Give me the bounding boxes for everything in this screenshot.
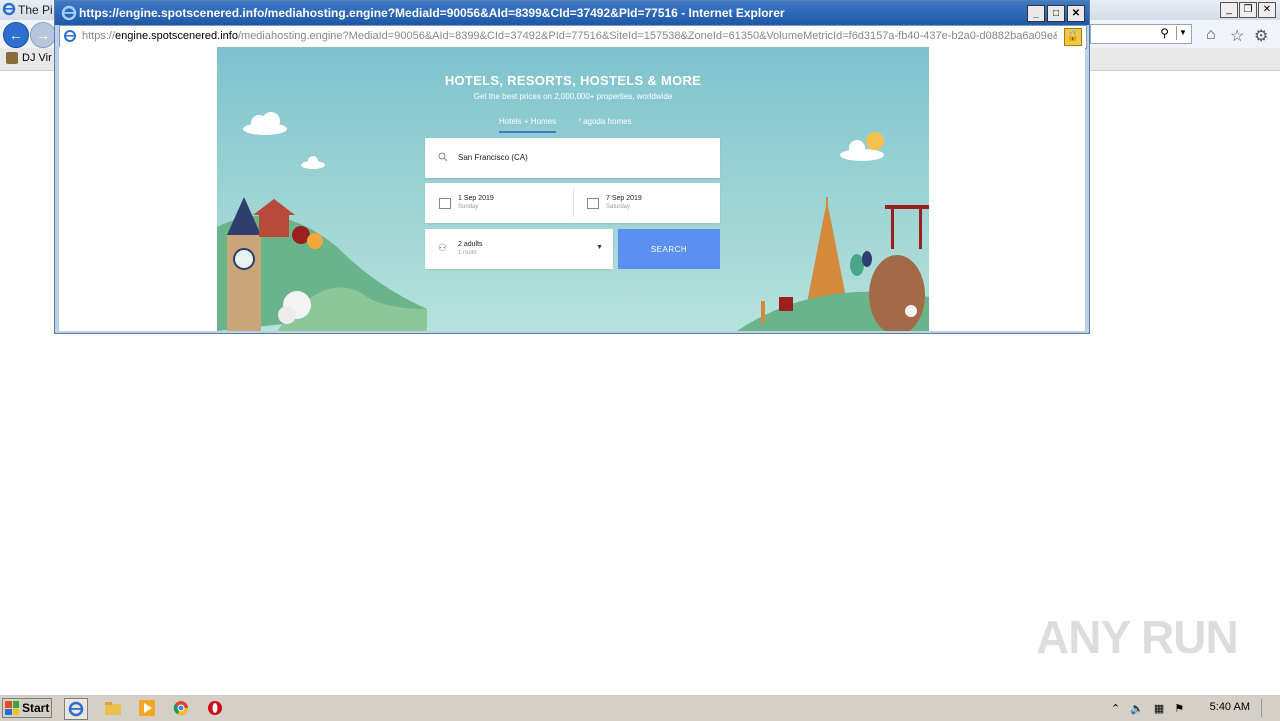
volume-icon[interactable]: 🔈	[1130, 702, 1144, 715]
ie-icon	[2, 2, 16, 16]
opera-icon	[208, 701, 222, 715]
url-path: /mediahosting.engine?MediaId=90056&AId=8…	[237, 30, 1057, 42]
search-button[interactable]: SEARCH	[618, 229, 720, 269]
minimize-button[interactable]: _	[1027, 5, 1045, 22]
back-button[interactable]: ←	[3, 22, 29, 48]
windows-logo-icon	[5, 701, 19, 715]
guests-adults: 2 adults	[458, 241, 483, 248]
start-button[interactable]: Start	[2, 698, 52, 718]
search-icon[interactable]: ⚲	[1160, 26, 1169, 40]
destination-field[interactable]: San Francisco (CA)	[425, 138, 720, 178]
people-icon: ⚇	[438, 243, 447, 254]
popup-titlebar[interactable]: https://engine.spotscenered.info/mediaho…	[55, 1, 1089, 25]
tab-agoda-homes[interactable]: ᶠ agoda homes	[579, 117, 632, 126]
system-tray: ⌃ 🔈 ▦ ⚑	[1105, 697, 1280, 719]
chevron-down-icon: ▼	[596, 244, 603, 251]
checkout-weekday: Saturday	[606, 204, 631, 210]
calendar-icon	[439, 198, 451, 209]
home-icon[interactable]: ⌂	[1206, 26, 1216, 44]
anyrun-watermark: ANY RUN	[1036, 611, 1239, 663]
checkout-date[interactable]: 7 Sep 2019 Saturday	[573, 183, 720, 223]
taskbar-chrome-button[interactable]	[170, 698, 192, 718]
minimize-button[interactable]: _	[1220, 2, 1238, 18]
calendar-icon	[587, 198, 599, 209]
hotel-ad-banner[interactable]: HOTELS, RESORTS, HOSTELS & MORE Get the …	[217, 47, 929, 331]
show-desktop-button[interactable]	[1261, 699, 1276, 717]
guests-selector[interactable]: ⚇ 2 adults 1 room ▼	[425, 229, 613, 269]
guests-rooms: 1 room	[458, 250, 477, 256]
start-label: Start	[22, 701, 50, 715]
tray-expand-icon[interactable]: ⌃	[1111, 702, 1120, 715]
favorites-item-label: DJ Vir	[22, 52, 52, 64]
taskbar: Start ⌃ 🔈 ▦ ⚑ 5:40 AM	[0, 694, 1280, 721]
close-button[interactable]: ✕	[1258, 2, 1276, 18]
ad-subheadline: Get the best prices on 2,000,000+ proper…	[473, 92, 673, 101]
ie-icon	[68, 701, 84, 717]
tab-hotels-homes[interactable]: Hotels + Homes	[499, 117, 557, 133]
taskbar-opera-button[interactable]	[204, 698, 226, 718]
background-window-controls: _ ❐ ✕	[1220, 2, 1276, 18]
address-url[interactable]: https://engine.spotscenered.info/mediaho…	[82, 30, 1057, 42]
destination-value: San Francisco (CA)	[458, 153, 528, 162]
bookmark-icon	[6, 52, 18, 64]
ad-headline: HOTELS, RESORTS, HOSTELS & MORE	[444, 73, 702, 88]
agoda-homes-icon: ᶠ	[579, 117, 581, 126]
favorites-bar-item[interactable]: DJ Vir	[6, 52, 52, 64]
maximize-button[interactable]: □	[1047, 5, 1065, 22]
search-icon	[438, 152, 448, 162]
clock[interactable]: 5:40 AM	[1210, 701, 1250, 713]
flag-icon[interactable]: ⚑	[1174, 702, 1184, 715]
checkin-weekday: Sunday	[458, 204, 479, 210]
chrome-icon	[173, 701, 188, 715]
taskbar-ie-button[interactable]	[64, 698, 88, 720]
media-player-icon	[139, 700, 155, 716]
folder-icon	[105, 702, 121, 715]
checkout-date-value: 7 Sep 2019	[606, 195, 642, 202]
taskbar-media-player-button[interactable]	[136, 698, 158, 718]
search-dropdown-icon[interactable]: ▼	[1176, 26, 1189, 40]
lock-icon[interactable]: 🔒	[1064, 28, 1082, 46]
network-icon[interactable]: ▦	[1154, 702, 1164, 715]
address-bar[interactable]: https://engine.spotscenered.info/mediaho…	[59, 25, 1087, 49]
ie-page-icon	[64, 30, 76, 42]
favorites-star-icon[interactable]: ☆	[1230, 26, 1244, 46]
popup-window: https://engine.spotscenered.info/mediaho…	[54, 0, 1090, 334]
tab-agoda-homes-label: agoda homes	[583, 117, 632, 126]
background-window-title: The Pi	[18, 3, 53, 17]
popup-window-controls: _ □ ✕	[1027, 5, 1085, 22]
popup-title: https://engine.spotscenered.info/mediaho…	[79, 6, 785, 20]
checkin-date[interactable]: 1 Sep 2019 Sunday	[425, 183, 573, 223]
restore-button[interactable]: ❐	[1239, 2, 1257, 18]
checkin-date-value: 1 Sep 2019	[458, 195, 494, 202]
url-host: engine.spotscenered.info	[115, 30, 238, 42]
url-scheme: https://	[82, 30, 116, 42]
dates-field: 1 Sep 2019 Sunday 7 Sep 2019 Saturday	[425, 183, 720, 223]
gear-icon[interactable]: ⚙	[1254, 26, 1268, 46]
close-button[interactable]: ✕	[1067, 5, 1085, 22]
ie-icon	[61, 5, 77, 21]
popup-content: HOTELS, RESORTS, HOSTELS & MORE Get the …	[59, 47, 1085, 331]
background-search-box[interactable]: ⚲ ▼	[1090, 24, 1192, 44]
forward-button[interactable]: →	[30, 22, 56, 48]
taskbar-explorer-button[interactable]	[102, 698, 124, 718]
